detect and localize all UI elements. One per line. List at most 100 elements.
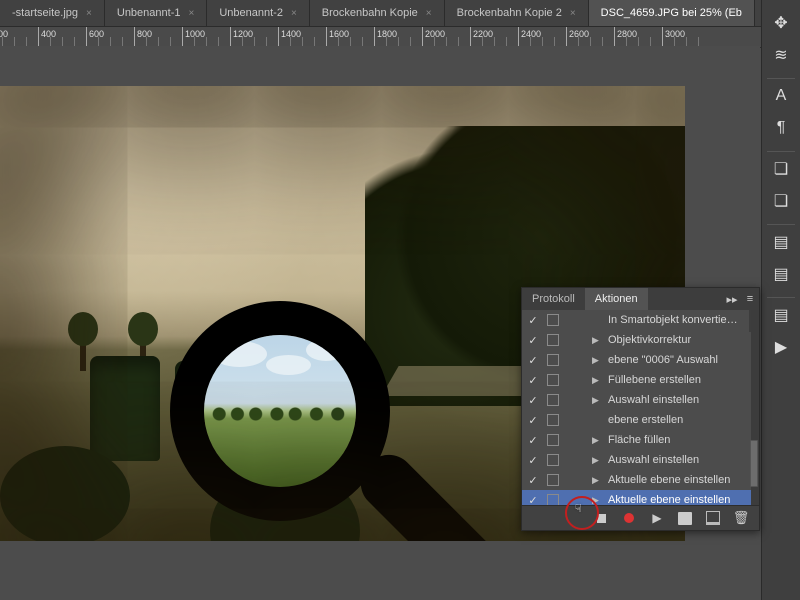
paths-panel-icon[interactable]: ▤ bbox=[768, 263, 794, 285]
expand-icon[interactable]: ▶ bbox=[592, 435, 606, 446]
doc-tab-5[interactable]: DSC_4659.JPG bei 25% (Eb bbox=[589, 0, 755, 26]
dialog-toggle[interactable] bbox=[544, 314, 562, 326]
panel-collapse-icon[interactable]: ▸▸ bbox=[723, 293, 741, 306]
ruler-mark: 1200 bbox=[230, 27, 231, 47]
ruler-mark: 1600 bbox=[326, 27, 327, 47]
ruler-mark: 2800 bbox=[614, 27, 615, 47]
toggle-checkmark[interactable]: ✓ bbox=[522, 434, 544, 447]
close-icon[interactable]: × bbox=[188, 8, 194, 19]
toggle-checkmark[interactable]: ✓ bbox=[522, 374, 544, 387]
toggle-checkmark[interactable]: ✓ bbox=[522, 334, 544, 347]
scrollbar[interactable] bbox=[751, 310, 759, 505]
dialog-toggle[interactable] bbox=[544, 454, 562, 466]
right-toolbar: ✥ ≋ A ¶ ❏ ❏ ▤ ▤ ▤ ▶ bbox=[761, 0, 800, 600]
action-row[interactable]: ✓ebene erstellen bbox=[522, 410, 759, 430]
action-row[interactable]: ✓ ▶Objektivkorrektur bbox=[522, 330, 759, 350]
expand-icon[interactable]: ▶ bbox=[592, 455, 606, 466]
dialog-toggle[interactable] bbox=[544, 334, 562, 346]
doc-tab-2[interactable]: Unbenannt-2 × bbox=[207, 0, 309, 26]
doc-tab-label: Unbenannt-1 bbox=[117, 7, 181, 19]
toggle-checkmark[interactable]: ✓ bbox=[522, 494, 544, 506]
expand-icon[interactable]: ▶ bbox=[592, 495, 606, 506]
ruler-mark: 400 bbox=[38, 27, 39, 47]
dialog-toggle[interactable] bbox=[544, 434, 562, 446]
ruler-mark: 1400 bbox=[278, 27, 279, 47]
document-tabs: -startseite.jpg× Unbenannt-1 × Unbenannt-… bbox=[0, 0, 800, 27]
toggle-checkmark[interactable]: ✓ bbox=[522, 354, 544, 367]
ruler-mark: 1000 bbox=[182, 27, 183, 47]
toggle-checkmark[interactable]: ✓ bbox=[522, 454, 544, 467]
action-label: Aktuelle ebene einstellen bbox=[606, 494, 759, 505]
action-row[interactable]: ✓ ▶Aktuelle ebene einstellen bbox=[522, 490, 759, 505]
action-label: Objektivkorrektur bbox=[606, 334, 759, 346]
dialog-toggle[interactable] bbox=[544, 474, 562, 486]
expand-icon[interactable]: ▶ bbox=[592, 395, 606, 406]
new-action-button[interactable] bbox=[703, 510, 723, 526]
toggle-checkmark[interactable]: ✓ bbox=[522, 474, 544, 487]
ruler-mark: 1800 bbox=[374, 27, 375, 47]
action-label: ebene "0006" Auswahl bbox=[606, 354, 759, 366]
panel-tabs: Protokoll Aktionen ▸▸ ≡ bbox=[522, 288, 759, 310]
action-row[interactable]: ✓ ▶ebene "0006" Auswahl bbox=[522, 350, 759, 370]
ruler-mark: 800 bbox=[134, 27, 135, 47]
history-panel-icon[interactable]: ✥ bbox=[768, 12, 794, 34]
doc-tab-label: DSC_4659.JPG bei 25% (Eb bbox=[601, 7, 742, 19]
action-row[interactable]: ✓ ▶Auswahl einstellen bbox=[522, 450, 759, 470]
record-button[interactable] bbox=[619, 510, 639, 526]
actions-list[interactable]: ▴ ✓In Smartobjekt konvertie…✓▶Objektivko… bbox=[522, 310, 759, 505]
dialog-toggle[interactable] bbox=[544, 374, 562, 386]
paragraph-panel-icon[interactable]: ¶ bbox=[768, 117, 794, 139]
protocol-panel-icon[interactable]: ▤ bbox=[768, 304, 794, 326]
actions-panel-icon[interactable]: ▶ bbox=[768, 336, 794, 358]
doc-tab-label: Unbenannt-2 bbox=[219, 7, 283, 19]
action-label: Füllebene erstellen bbox=[606, 374, 759, 386]
dialog-toggle[interactable] bbox=[544, 494, 562, 505]
tab-protokoll[interactable]: Protokoll bbox=[522, 288, 585, 310]
panel-menu-icon[interactable]: ≡ bbox=[741, 293, 759, 305]
expand-icon[interactable]: ▶ bbox=[592, 475, 606, 486]
play-button[interactable]: ▶ bbox=[647, 510, 667, 526]
doc-tab-label: Brockenbahn Kopie 2 bbox=[457, 7, 562, 19]
ruler-mark: 2200 bbox=[470, 27, 471, 47]
dialog-toggle[interactable] bbox=[544, 394, 562, 406]
close-icon[interactable]: × bbox=[570, 8, 576, 19]
toggle-checkmark[interactable]: ✓ bbox=[522, 414, 544, 427]
action-label: Fläche füllen bbox=[606, 434, 759, 446]
doc-tab-label: Brockenbahn Kopie bbox=[322, 7, 418, 19]
tab-aktionen[interactable]: Aktionen bbox=[585, 288, 648, 310]
expand-icon[interactable]: ▶ bbox=[592, 375, 606, 386]
action-row[interactable]: ✓▶Aktuelle ebene einstellen bbox=[522, 470, 759, 490]
character-panel-icon[interactable]: A bbox=[768, 85, 794, 107]
delete-button[interactable]: 🗑 bbox=[731, 510, 751, 526]
actions-panel: Protokoll Aktionen ▸▸ ≡ ▴ ✓In Smartobjek… bbox=[521, 287, 760, 531]
action-row[interactable]: ✓ ▶Auswahl einstellen bbox=[522, 390, 759, 410]
close-icon[interactable]: × bbox=[426, 8, 432, 19]
close-icon[interactable]: × bbox=[86, 8, 92, 19]
action-row[interactable]: ✓In Smartobjekt konvertie… bbox=[522, 310, 759, 330]
new-set-button[interactable] bbox=[675, 510, 695, 526]
ruler-mark: 600 bbox=[86, 27, 87, 47]
ruler-mark: 2600 bbox=[566, 27, 567, 47]
doc-tab-3[interactable]: Brockenbahn Kopie × bbox=[310, 0, 445, 26]
doc-tab-4[interactable]: Brockenbahn Kopie 2 × bbox=[445, 0, 589, 26]
close-icon[interactable]: × bbox=[291, 8, 297, 19]
doc-tab-0[interactable]: -startseite.jpg× bbox=[0, 0, 105, 26]
properties-panel-icon[interactable]: ≋ bbox=[768, 44, 794, 66]
action-label: Auswahl einstellen bbox=[606, 454, 759, 466]
action-row[interactable]: ✓ ▶Füllebene erstellen bbox=[522, 370, 759, 390]
channels-panel-icon[interactable]: ▤ bbox=[768, 231, 794, 253]
toggle-checkmark[interactable]: ✓ bbox=[522, 314, 544, 327]
doc-tab-1[interactable]: Unbenannt-1 × bbox=[105, 0, 207, 26]
expand-icon[interactable]: ▶ bbox=[592, 355, 606, 366]
horizontal-ruler[interactable]: 2004006008001000120014001600180020002200… bbox=[0, 27, 800, 48]
action-label: Auswahl einstellen bbox=[606, 394, 759, 406]
action-row[interactable]: ✓ ▶Fläche füllen bbox=[522, 430, 759, 450]
expand-icon[interactable]: ▶ bbox=[592, 335, 606, 346]
dialog-toggle[interactable] bbox=[544, 414, 562, 426]
dialog-toggle[interactable] bbox=[544, 354, 562, 366]
layers-panel-icon[interactable]: ❏ bbox=[768, 158, 794, 180]
ruler-mark: 2000 bbox=[422, 27, 423, 47]
stop-button[interactable] bbox=[591, 510, 611, 526]
toggle-checkmark[interactable]: ✓ bbox=[522, 394, 544, 407]
layer-comps-panel-icon[interactable]: ❏ bbox=[768, 190, 794, 212]
